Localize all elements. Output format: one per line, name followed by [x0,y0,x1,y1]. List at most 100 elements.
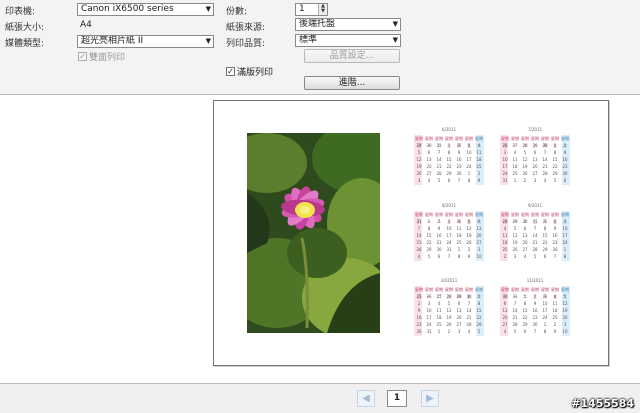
calendar-day: 4 [543,178,547,183]
printer-label: 印表機: [5,7,36,17]
calendar-month: 10/2011 星期日 星期一 星期二 星期三 星期四 星期五 星期六 25 26 27 28 29 30… [414,278,484,336]
calendar-day: 16 [552,233,558,238]
copies-stepper[interactable]: 1 ▲ ▼ [295,3,328,16]
calendar-day: 1 [467,171,471,176]
calendar-day: 11 [502,233,508,238]
calendar-day: 12 [522,157,528,162]
calendar-day: 27 [476,240,482,245]
borderless-checkbox[interactable]: ✓ 滿版列印 [226,65,273,78]
calendar-week-row: 13 14 15 16 17 18 19 [500,307,570,314]
calendar-weekday: 星期三 [445,287,453,299]
calendar-day: 10 [446,226,452,231]
calendar-weekday: 星期一 [425,287,433,299]
calendar-day: 4 [477,143,481,148]
calendar-day: 4 [427,178,431,183]
calendar-day: 26 [446,322,452,327]
duplex-checkbox[interactable]: ✓ 雙面列印 [78,50,125,63]
calendar-day: 6 [543,254,547,259]
calendar-grid: 星期日 星期一 星期二 星期三 星期四 星期五 星期六 31 1 2 3 4 5 6 7 8 9 10 11 12 13… [414,211,484,261]
calendar-day: 28 [416,247,422,252]
calendar-day: 27 [436,294,442,299]
calendar-day: 28 [522,143,528,148]
calendar-day: 2 [563,143,567,148]
calendar-day: 4 [553,294,557,299]
calendar-day: 18 [502,240,508,245]
calendar-day: 31 [426,329,432,334]
calendar-day: 5 [467,219,471,224]
calendar-day: 12 [416,157,422,162]
calendar-day: 7 [513,301,517,306]
calendar-weekday: 星期三 [531,287,539,299]
next-page-button[interactable]: ▶ [421,390,439,407]
media-type-select[interactable]: 超光亮相片紙 II ▼ [77,35,214,48]
calendar-day: 7 [533,226,537,231]
calendar-weekday: 星期五 [551,287,559,299]
calendar-day: 2 [447,329,451,334]
calendar-day: 10 [466,150,472,155]
advanced-button[interactable]: 進階... [304,76,400,90]
calendar-day: 3 [563,322,567,327]
calendar-day: 7 [467,301,471,306]
calendar-day: 1 [563,247,567,252]
calendar-day: 25 [456,240,462,245]
calendar-weekday: 星期一 [511,287,519,299]
calendar-day: 9 [457,150,461,155]
calendar-month: 9/2011 星期日 星期一 星期二 星期三 星期四 星期五 星期六 28 29 30 31 1 2 3 4 5… [500,203,570,261]
calendar-weekday: 星期日 [415,136,423,148]
calendar-day: 29 [426,247,432,252]
calendar-day: 5 [417,150,421,155]
spin-arrows-icon[interactable]: ▲ ▼ [318,4,327,15]
calendar-day: 26 [522,171,528,176]
calendar-day: 17 [446,233,452,238]
calendar-day: 16 [416,315,422,320]
calendar-month-title: 7/2011 [527,127,543,132]
calendar-day: 25 [416,294,422,299]
calendar-weekday: 星期六 [561,287,569,299]
printer-select[interactable]: Canon iX6500 series ▼ [77,3,214,16]
current-page-number[interactable]: 1 [387,390,407,407]
calendar-weekday: 星期四 [455,287,463,299]
calendar-day: 17 [426,315,432,320]
calendar-day: 30 [502,294,508,299]
calendar-week-row: 16 17 18 19 20 21 22 [414,314,484,321]
calendar-day: 5 [437,178,441,183]
paper-source-select[interactable]: 後端托盤 ▼ [295,18,401,31]
calendar-day: 1 [553,143,557,148]
calendar-day: 5 [513,329,517,334]
calendar-day: 23 [436,240,442,245]
calendar-week-row: 29 30 31 1 2 3 4 [414,142,484,149]
prev-page-button[interactable]: ◀ [357,390,375,407]
calendar-day: 7 [447,254,451,259]
pager-bar: ◀ 1 ▶ [0,384,640,413]
calendar-day: 9 [417,308,421,313]
calendar-weekday: 星期一 [511,212,519,224]
calendar-day: 7 [457,178,461,183]
calendar-day: 14 [512,308,518,313]
calendar-day: 9 [437,226,441,231]
calendar-week-row: 28 29 30 31 1 2 3 [500,218,570,225]
calendar-day: 14 [466,308,472,313]
calendar-day: 21 [532,240,538,245]
calendar-day: 29 [522,322,528,327]
calendar-day: 8 [477,301,481,306]
calendar-day: 7 [543,150,547,155]
print-quality-select[interactable]: 標準 ▼ [295,34,401,47]
calendar-week-row: 2 3 4 5 6 7 8 [500,253,570,260]
calendar-day: 10 [562,226,568,231]
calendar-day: 3 [503,150,507,155]
quality-settings-button[interactable]: 品質設定... [304,49,400,63]
calendar-day: 18 [476,157,482,162]
calendar-grid: 星期日 星期一 星期二 星期三 星期四 星期五 星期六 28 29 30 31 1 2 3 4 5 6 7 8 9 10… [500,211,570,261]
calendar-week-row: 31 1 2 3 4 5 6 [500,177,570,184]
calendar-weekday: 星期三 [445,212,453,224]
checkbox-check-icon: ✓ [226,67,235,76]
calendar-day: 3 [457,329,461,334]
calendar-day: 16 [532,308,538,313]
calendar-day: 29 [552,171,558,176]
calendar-day: 8 [427,226,431,231]
calendar-week-row: 6 7 8 9 10 11 12 [500,300,570,307]
calendar-day: 27 [456,322,462,327]
calendar-day: 17 [466,157,472,162]
calendar-day: 8 [543,226,547,231]
calendar-day: 27 [426,171,432,176]
